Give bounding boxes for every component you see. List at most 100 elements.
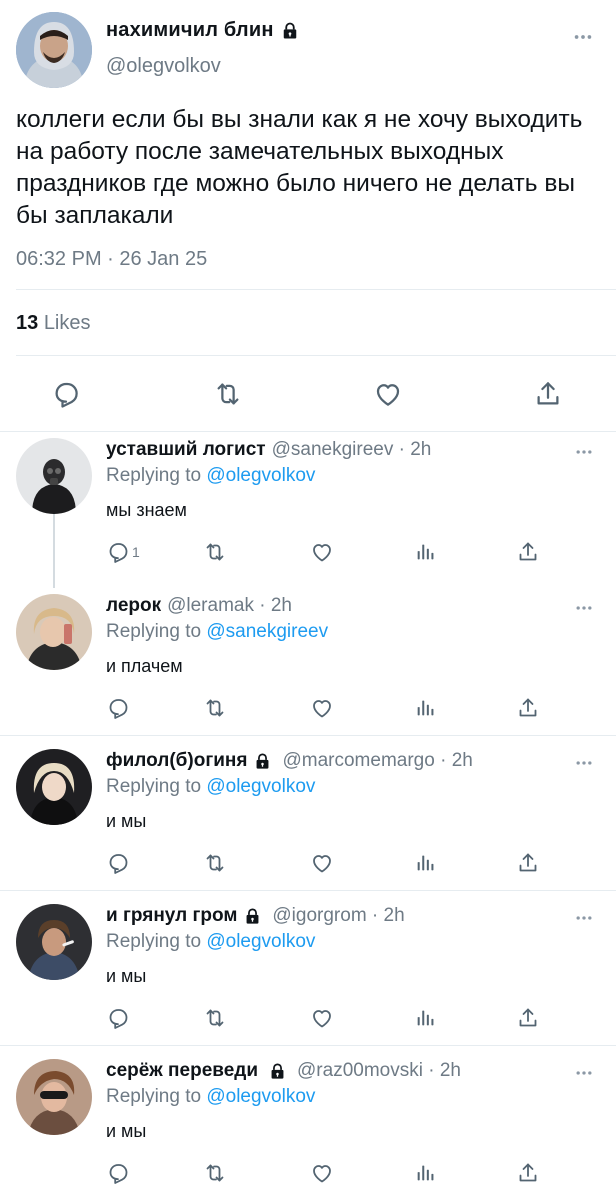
share-icon <box>516 696 540 720</box>
reply-author-name[interactable]: и грянул гром <box>106 905 237 927</box>
avatar[interactable] <box>16 438 92 514</box>
more-icon[interactable] <box>574 753 594 773</box>
reply-text: и мы <box>106 966 147 986</box>
reply-icon <box>106 1161 130 1185</box>
more-icon[interactable] <box>574 442 594 462</box>
more-icon[interactable] <box>574 598 594 618</box>
retweet-button[interactable] <box>203 1004 227 1032</box>
share-icon <box>516 1006 540 1030</box>
reply-button[interactable] <box>106 1159 130 1187</box>
retweet-icon <box>203 851 227 875</box>
reply-tweet[interactable]: уставший логист @sanekgireev · 2h Replyi… <box>0 430 616 584</box>
reply-tweet[interactable]: лерок @leramak · 2h Replying to @sanekgi… <box>0 586 616 734</box>
views-button[interactable] <box>414 849 436 877</box>
views-button[interactable] <box>414 1159 436 1187</box>
replying-prefix: Replying to <box>106 776 202 797</box>
reply-author-name[interactable]: лерок <box>106 595 161 617</box>
lock-icon <box>243 907 262 926</box>
reply-text: мы знаем <box>106 500 187 520</box>
share-button[interactable] <box>516 694 540 722</box>
author-name-text[interactable]: нахимичил блин <box>106 19 274 42</box>
reply-actions: 1 <box>0 538 616 566</box>
replying-mention-link[interactable]: @olegvolkov <box>206 776 315 797</box>
reply-text: и мы <box>106 811 147 831</box>
reply-author-handle[interactable]: @marcomemargo · 2h <box>282 750 472 772</box>
divider <box>0 890 616 891</box>
avatar[interactable] <box>16 12 92 88</box>
reply-author-handle[interactable]: @leramak · 2h <box>167 595 292 617</box>
reply-tweet[interactable]: филол(б)огиня @marcomemargo · 2h Replyin… <box>0 741 616 889</box>
more-icon[interactable] <box>574 1063 594 1083</box>
analytics-icon <box>414 1007 436 1029</box>
more-icon[interactable] <box>574 908 594 928</box>
like-button[interactable] <box>310 538 334 566</box>
analytics-icon <box>414 852 436 874</box>
reply-button[interactable] <box>106 849 130 877</box>
avatar[interactable] <box>16 749 92 825</box>
lock-icon <box>280 21 300 41</box>
heart-icon <box>373 379 403 409</box>
like-button[interactable] <box>368 374 408 414</box>
views-button[interactable] <box>414 538 436 566</box>
views-button[interactable] <box>414 1004 436 1032</box>
reply-icon <box>106 1006 130 1030</box>
avatar[interactable] <box>16 904 92 980</box>
likes-count[interactable]: 13 Likes <box>16 312 91 335</box>
like-button[interactable] <box>310 1159 334 1187</box>
reply-actions <box>0 1159 616 1187</box>
reply-author-handle[interactable]: @igorgrom · 2h <box>272 905 404 927</box>
share-button[interactable] <box>516 1004 540 1032</box>
author-name[interactable]: нахимичил блин <box>106 19 300 42</box>
retweet-button[interactable] <box>208 374 248 414</box>
reply-button[interactable] <box>106 1004 130 1032</box>
share-button[interactable] <box>516 538 540 566</box>
retweet-button[interactable] <box>203 849 227 877</box>
author-handle[interactable]: @olegvolkov <box>106 55 221 78</box>
heart-icon <box>310 1161 334 1185</box>
analytics-icon <box>414 541 436 563</box>
reply-author-handle[interactable]: @sanekgireev · 2h <box>272 439 432 461</box>
share-icon <box>516 540 540 564</box>
reply-author-name[interactable]: уставший логист <box>106 439 266 461</box>
replying-mention-link[interactable]: @olegvolkov <box>206 931 315 952</box>
like-button[interactable] <box>310 694 334 722</box>
replying-to: Replying to @olegvolkov <box>106 776 315 798</box>
reply-author-name[interactable]: филол(б)огиня <box>106 750 247 772</box>
like-button[interactable] <box>310 1004 334 1032</box>
retweet-button[interactable] <box>203 538 227 566</box>
analytics-icon <box>414 697 436 719</box>
divider <box>0 735 616 736</box>
reply-button[interactable] <box>106 694 130 722</box>
reply-author-name[interactable]: серёж переведи <box>106 1060 258 1082</box>
share-icon <box>516 1161 540 1185</box>
share-button[interactable] <box>528 374 568 414</box>
replying-mention-link[interactable]: @sanekgireev <box>206 621 328 642</box>
reply-button[interactable] <box>46 374 86 414</box>
reply-author-handle[interactable]: @raz00movski · 2h <box>297 1060 461 1082</box>
share-button[interactable] <box>516 849 540 877</box>
reply-tweet[interactable]: серёж переведи @raz00movski · 2h Replyin… <box>0 1051 616 1200</box>
replying-to: Replying to @sanekgireev <box>106 621 328 643</box>
reply-header: лерок @leramak · 2h <box>106 595 292 617</box>
views-button[interactable] <box>414 694 436 722</box>
reply-icon <box>106 851 130 875</box>
reply-actions <box>0 1004 616 1032</box>
reply-tweet[interactable]: и грянул гром @igorgrom · 2h Replying to… <box>0 896 616 1044</box>
reply-actions <box>0 849 616 877</box>
tweet-timestamp[interactable]: 06:32 PM · 26 Jan 25 <box>16 248 207 271</box>
main-actions <box>0 374 616 414</box>
like-button[interactable] <box>310 849 334 877</box>
share-button[interactable] <box>516 1159 540 1187</box>
retweet-icon <box>213 379 243 409</box>
more-icon[interactable] <box>572 26 594 48</box>
avatar[interactable] <box>16 1059 92 1135</box>
replying-prefix: Replying to <box>106 465 202 486</box>
reply-button[interactable]: 1 <box>106 538 140 566</box>
replying-mention-link[interactable]: @olegvolkov <box>206 1086 315 1107</box>
separator <box>16 355 616 356</box>
retweet-button[interactable] <box>203 1159 227 1187</box>
replying-mention-link[interactable]: @olegvolkov <box>206 465 315 486</box>
avatar[interactable] <box>16 594 92 670</box>
retweet-button[interactable] <box>203 694 227 722</box>
replying-to: Replying to @olegvolkov <box>106 931 315 953</box>
